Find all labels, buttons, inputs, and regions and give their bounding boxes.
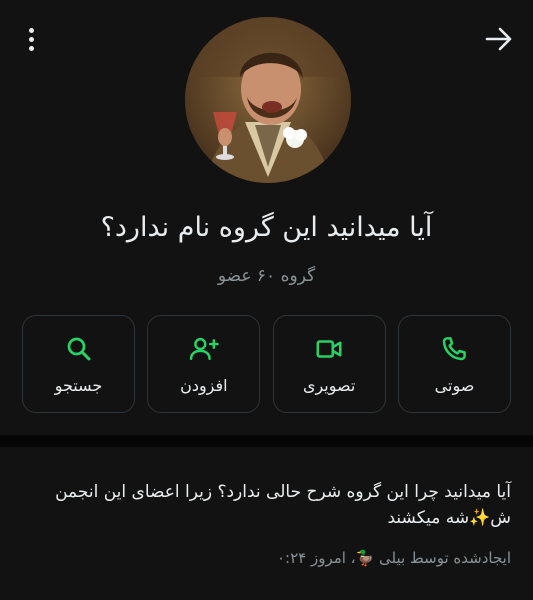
avatar-image xyxy=(185,17,351,183)
more-options-button[interactable] xyxy=(18,24,44,54)
more-vertical-icon-dot xyxy=(28,36,34,42)
more-vertical-icon-dot xyxy=(28,45,34,51)
video-call-label: تصویری xyxy=(302,375,356,395)
voice-call-button[interactable]: صوتی xyxy=(397,315,511,413)
more-vertical-icon xyxy=(28,27,34,33)
voice-call-label: صوتی xyxy=(434,375,475,395)
arrow-right-icon xyxy=(485,27,512,51)
created-by-info: ایجادشده توسط بیلی 🦆، امروز ۰:۲۴ xyxy=(276,549,511,567)
action-buttons: صوتی تصویری افزودن جستجو xyxy=(22,315,511,413)
back-button[interactable] xyxy=(483,24,515,54)
add-member-label: افزودن xyxy=(180,375,228,395)
group-member-count: گروه ۶۰ عضو xyxy=(217,266,316,286)
group-description: آیا میدانید چرا این گروه شرح حالی ندارد؟… xyxy=(55,482,511,528)
phone-icon xyxy=(443,336,467,360)
search-label: جستجو xyxy=(54,375,103,395)
group-title: آیا میدانید این گروه نام ندارد؟ xyxy=(100,212,433,243)
video-call-button[interactable]: تصویری xyxy=(272,315,386,413)
group-description-section[interactable]: آیا میدانید چرا این گروه شرح حالی ندارد؟… xyxy=(0,447,533,600)
section-divider xyxy=(0,435,533,447)
group-info-header: آیا میدانید این گروه نام ندارد؟ گروه ۶۰ … xyxy=(0,0,533,435)
group-avatar[interactable] xyxy=(185,17,351,183)
add-member-button[interactable]: افزودن xyxy=(147,315,261,413)
add-person-icon xyxy=(189,337,219,360)
search-button[interactable]: جستجو xyxy=(22,315,135,413)
search-icon xyxy=(67,337,90,360)
video-icon xyxy=(316,339,342,358)
